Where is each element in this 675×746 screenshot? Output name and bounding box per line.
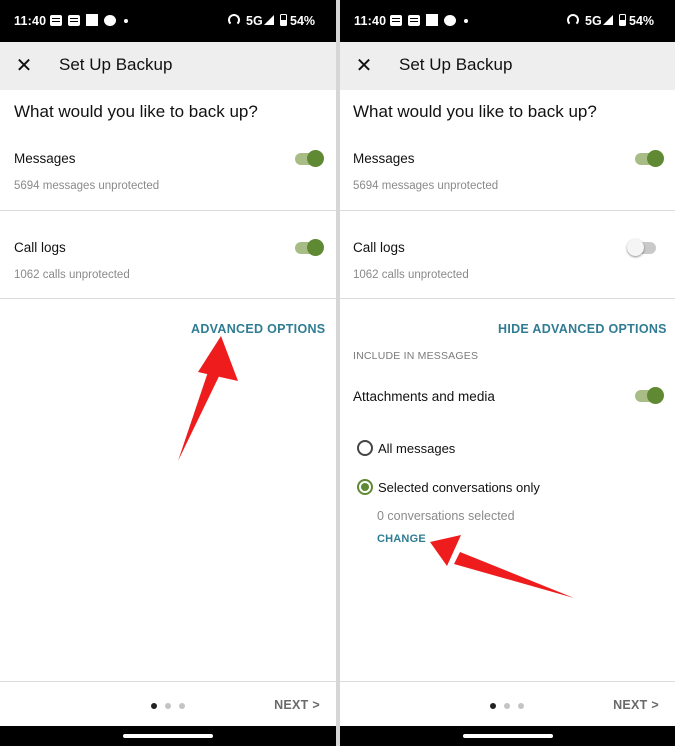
messages-unprotected-count: 5694 messages unprotected [353,180,499,192]
messages-toggle[interactable] [635,150,664,167]
messages-label: Messages [353,151,415,166]
pager-dot-active [490,703,496,709]
call-logs-label: Call logs [353,240,405,255]
status-time: 11:40 [354,14,387,28]
status-bar: 11:40 5G 54% [340,0,675,42]
pager-dot [165,703,171,709]
hide-advanced-options-button[interactable]: HIDE ADVANCED OPTIONS [498,322,667,336]
signal-icon [603,15,613,25]
network-type: 5G [246,14,263,28]
divider [340,298,675,299]
message-notification-icon [68,15,80,26]
call-logs-unprotected-count: 1062 calls unprotected [14,269,130,281]
call-logs-toggle[interactable] [627,239,656,256]
phone-screen-left: 11:40 5G 54% ✕ Set Up Backup What would … [0,0,336,746]
bottom-nav: NEXT > [0,681,336,726]
attachments-label: Attachments and media [353,389,495,404]
app-bar: ✕ Set Up Backup [340,42,675,90]
hotspot-icon [228,14,240,26]
divider [340,210,675,211]
backup-question: What would you like to back up? [353,102,597,121]
next-button[interactable]: NEXT > [613,698,659,712]
all-messages-label: All messages [378,441,456,456]
battery-percent: 54% [629,14,655,28]
message-notification-icon [50,15,62,26]
bottom-nav: NEXT > [340,681,675,726]
chat-notification-icon [104,15,116,26]
pager-dot [518,703,524,709]
gesture-bar [0,726,336,746]
toggle-knob [647,150,664,167]
toggle-knob [627,239,644,256]
selected-conversations-label: Selected conversations only [378,480,540,495]
backup-question: What would you like to back up? [14,102,258,121]
status-bar: 11:40 5G 54% [0,0,336,42]
close-icon[interactable]: ✕ [354,56,374,76]
arrow-shaft [178,360,224,461]
next-button[interactable]: NEXT > [274,698,320,712]
phone-screen-right: 11:40 5G 54% ✕ Set Up Backup What would … [340,0,675,746]
advanced-options-button[interactable]: ADVANCED OPTIONS [191,322,325,336]
close-icon[interactable]: ✕ [14,56,34,76]
battery-icon [280,14,287,26]
change-conversations-button[interactable]: CHANGE [377,533,426,545]
status-time: 11:40 [14,14,47,28]
app-notification-icon [426,14,438,26]
toggle-knob [307,150,324,167]
toggle-knob [647,387,664,404]
divider [0,298,336,299]
messages-label: Messages [14,151,76,166]
signal-icon [264,15,274,25]
gesture-bar [340,726,675,746]
home-indicator[interactable] [462,734,553,738]
messages-toggle[interactable] [295,150,324,167]
message-notification-icon [408,15,420,26]
pager-dot [179,703,185,709]
call-logs-toggle[interactable] [295,239,324,256]
page-title: Set Up Backup [399,55,513,74]
attachments-toggle[interactable] [635,387,664,404]
battery-percent: 54% [290,14,316,28]
more-notifications-icon [124,19,128,23]
all-messages-radio[interactable] [357,440,373,456]
pager-dot-active [151,703,157,709]
arrow-head [430,535,461,566]
selected-conversations-radio[interactable] [357,479,373,495]
more-notifications-icon [464,19,468,23]
toggle-knob [307,239,324,256]
home-indicator[interactable] [123,734,213,738]
chat-notification-icon [444,15,456,26]
app-notification-icon [86,14,98,26]
arrow-head [198,336,238,381]
pager-dot [504,703,510,709]
network-type: 5G [585,14,602,28]
call-logs-unprotected-count: 1062 calls unprotected [353,269,469,281]
battery-icon [619,14,626,26]
hotspot-icon [567,14,579,26]
messages-unprotected-count: 5694 messages unprotected [14,180,160,192]
message-notification-icon [390,15,402,26]
arrow-shaft [454,552,574,598]
page-title: Set Up Backup [59,55,173,74]
conversations-selected-count: 0 conversations selected [377,509,515,523]
include-in-messages-caption: INCLUDE IN MESSAGES [353,350,479,362]
call-logs-label: Call logs [14,240,66,255]
app-bar: ✕ Set Up Backup [0,42,336,90]
divider [0,210,336,211]
